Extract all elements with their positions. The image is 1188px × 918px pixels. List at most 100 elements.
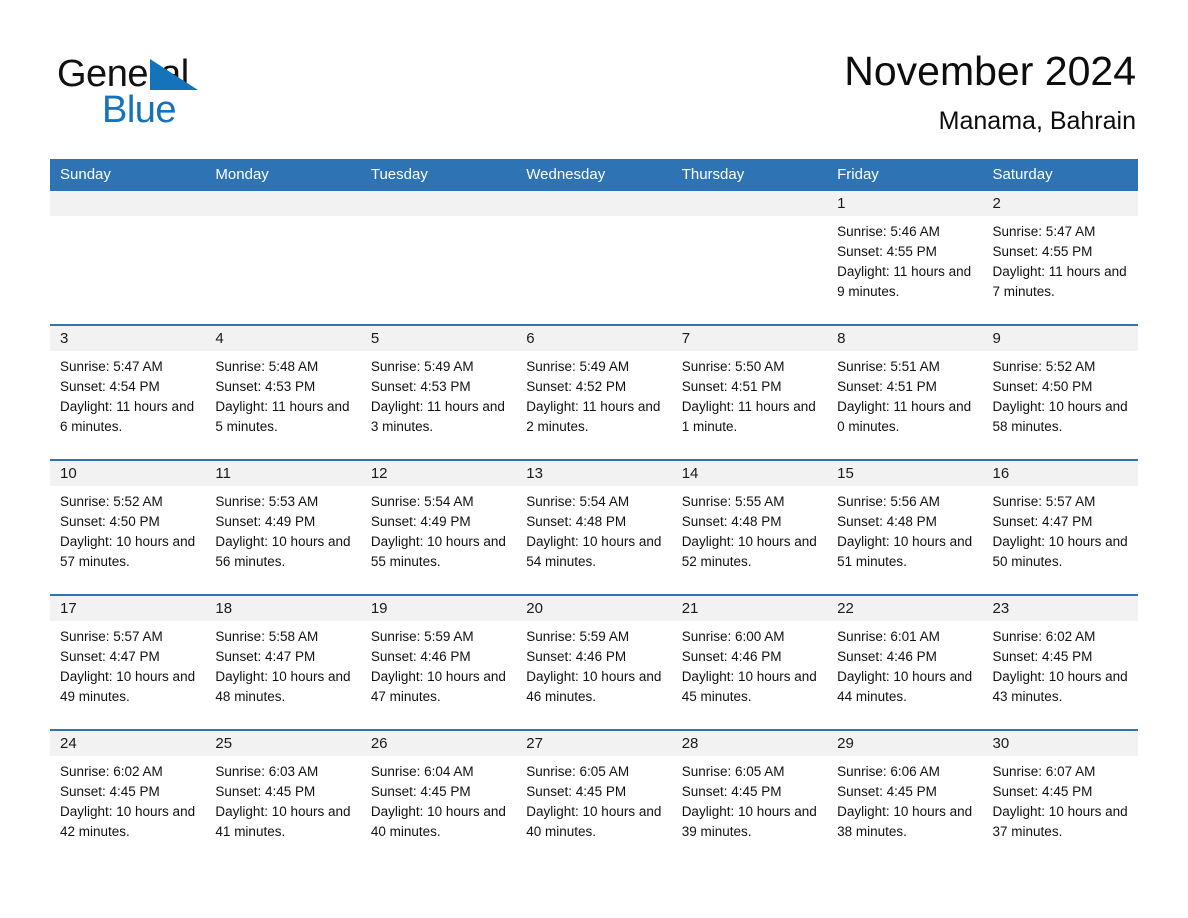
calendar-day-cell[interactable]: 12 Sunrise: 5:54 AM Sunset: 4:49 PM Dayligh…	[360, 460, 517, 595]
calendar-day-cell[interactable]: 2 Sunrise: 5:47 AM Sunset: 4:55 PM Daylight…	[982, 191, 1138, 325]
calendar-day-cell[interactable]: 29 Sunrise: 6:06 AM Sunset: 4:45 PM Dayligh…	[827, 730, 983, 864]
calendar-day-cell[interactable]: 25 Sunrise: 6:03 AM Sunset: 4:45 PM Dayligh…	[205, 730, 361, 864]
sunrise-text: Sunrise: 5:52 AM	[992, 359, 1096, 374]
sunset-text: Sunset: 4:48 PM	[837, 514, 937, 529]
calendar-grid: Sunday Monday Tuesday Wednesday Thursday…	[50, 159, 1138, 864]
day-cell-inner: 1 Sunrise: 5:46 AM Sunset: 4:55 PM Daylight…	[827, 191, 983, 324]
day-number-band: 2	[982, 191, 1138, 216]
calendar-day-cell[interactable]: 6 Sunrise: 5:49 AM Sunset: 4:52 PM Daylight…	[516, 325, 672, 460]
daylight-text: Daylight: 11 hours and 0 minutes.	[837, 399, 972, 434]
sunset-text: Sunset: 4:47 PM	[215, 649, 316, 664]
calendar-day-cell[interactable]: 27 Sunrise: 6:05 AM Sunset: 4:45 PM Dayligh…	[516, 730, 672, 864]
day-cell-inner: 16 Sunrise: 5:57 AM Sunset: 4:47 PM Dayligh…	[982, 461, 1138, 594]
calendar-day-cell[interactable]: 21 Sunrise: 6:00 AM Sunset: 4:46 PM Dayligh…	[671, 595, 828, 730]
sunset-text: Sunset: 4:50 PM	[60, 514, 160, 529]
day-number-band: 15	[827, 461, 983, 486]
general-blue-logo[interactable]: General Blue	[57, 52, 317, 132]
day-number-band	[516, 191, 672, 216]
day-number: 16	[992, 465, 1010, 482]
day-cell-inner: 8 Sunrise: 5:51 AM Sunset: 4:51 PM Daylight…	[827, 326, 983, 459]
day-number: 7	[681, 330, 691, 347]
day-cell-inner: 12 Sunrise: 5:54 AM Sunset: 4:49 PM Dayligh…	[360, 461, 517, 594]
calendar-day-cell[interactable]: 20 Sunrise: 5:59 AM Sunset: 4:46 PM Dayligh…	[516, 595, 672, 730]
day-number-band: 16	[982, 461, 1138, 486]
calendar-day-cell[interactable]: 15 Sunrise: 5:56 AM Sunset: 4:48 PM Dayligh…	[827, 460, 983, 595]
calendar-day-cell[interactable]: 23 Sunrise: 6:02 AM Sunset: 4:45 PM Dayligh…	[982, 595, 1138, 730]
calendar-day-cell[interactable]: 26 Sunrise: 6:04 AM Sunset: 4:45 PM Dayligh…	[360, 730, 517, 864]
calendar-day-cell[interactable]: 14 Sunrise: 5:55 AM Sunset: 4:48 PM Dayligh…	[671, 460, 828, 595]
day-cell-body: Sunrise: 5:57 AM Sunset: 4:47 PM Daylight:…	[50, 621, 205, 707]
day-number-band: 1	[827, 191, 983, 216]
sunrise-text: Sunrise: 5:53 AM	[215, 494, 319, 509]
calendar-day-cell[interactable]: 16 Sunrise: 5:57 AM Sunset: 4:47 PM Dayligh…	[982, 460, 1138, 595]
day-cell-inner: 6 Sunrise: 5:49 AM Sunset: 4:52 PM Daylight…	[516, 326, 672, 459]
calendar-empty-cell	[516, 191, 672, 325]
calendar-day-cell[interactable]: 30 Sunrise: 6:07 AM Sunset: 4:45 PM Dayligh…	[982, 730, 1138, 864]
calendar-day-cell[interactable]: 9 Sunrise: 5:52 AM Sunset: 4:50 PM Daylight…	[982, 325, 1138, 460]
day-cell-inner	[671, 191, 828, 324]
calendar-day-cell[interactable]: 7 Sunrise: 5:50 AM Sunset: 4:51 PM Daylight…	[671, 325, 828, 460]
daylight-text: Daylight: 11 hours and 9 minutes.	[837, 264, 972, 299]
day-cell-inner: 26 Sunrise: 6:04 AM Sunset: 4:45 PM Dayligh…	[360, 731, 517, 864]
calendar-day-cell[interactable]: 24 Sunrise: 6:02 AM Sunset: 4:45 PM Dayligh…	[50, 730, 206, 864]
day-number-band: 23	[982, 596, 1138, 621]
day-cell-body: Sunrise: 5:50 AM Sunset: 4:51 PM Daylight:…	[672, 351, 827, 437]
day-number: 9	[992, 330, 1001, 347]
day-number-band: 18	[205, 596, 361, 621]
calendar-day-cell[interactable]: 4 Sunrise: 5:48 AM Sunset: 4:53 PM Daylight…	[205, 325, 361, 460]
calendar-day-cell[interactable]: 22 Sunrise: 6:01 AM Sunset: 4:46 PM Dayligh…	[827, 595, 983, 730]
daylight-text: Daylight: 10 hours and 39 minutes.	[681, 804, 817, 839]
day-number-band: 4	[205, 326, 361, 351]
calendar-page: General Blue November 2024 Manama, Bahra…	[0, 0, 1188, 918]
day-number: 28	[681, 735, 699, 752]
sunset-text: Sunset: 4:46 PM	[681, 649, 782, 664]
sunrise-text: Sunrise: 5:59 AM	[526, 629, 630, 644]
day-number: 12	[370, 465, 388, 482]
calendar-day-cell[interactable]: 8 Sunrise: 5:51 AM Sunset: 4:51 PM Daylight…	[827, 325, 983, 460]
day-cell-body	[50, 216, 205, 222]
daylight-text: Daylight: 10 hours and 49 minutes.	[60, 669, 196, 704]
calendar-header-row: Sunday Monday Tuesday Wednesday Thursday…	[50, 159, 1138, 191]
calendar-day-cell[interactable]: 1 Sunrise: 5:46 AM Sunset: 4:55 PM Daylight…	[827, 191, 983, 325]
calendar-day-cell[interactable]: 5 Sunrise: 5:49 AM Sunset: 4:53 PM Daylight…	[360, 325, 517, 460]
daylight-text: Daylight: 10 hours and 45 minutes.	[681, 669, 817, 704]
calendar-day-cell[interactable]: 13 Sunrise: 5:54 AM Sunset: 4:48 PM Dayligh…	[516, 460, 672, 595]
daylight-text: Daylight: 10 hours and 52 minutes.	[681, 534, 817, 569]
daylight-text: Daylight: 10 hours and 38 minutes.	[837, 804, 973, 839]
calendar-week-row: 3 Sunrise: 5:47 AM Sunset: 4:54 PM Daylight…	[50, 325, 1138, 460]
sunrise-text: Sunrise: 5:54 AM	[370, 494, 474, 509]
calendar-day-cell[interactable]: 3 Sunrise: 5:47 AM Sunset: 4:54 PM Daylight…	[50, 325, 206, 460]
day-number: 26	[370, 735, 388, 752]
day-number: 10	[60, 465, 77, 482]
day-cell-body: Sunrise: 5:47 AM Sunset: 4:55 PM Daylight:…	[983, 216, 1138, 302]
day-number-band: 11	[205, 461, 361, 486]
day-cell-inner: 15 Sunrise: 5:56 AM Sunset: 4:48 PM Dayligh…	[827, 461, 983, 594]
day-cell-inner: 22 Sunrise: 6:01 AM Sunset: 4:46 PM Dayligh…	[827, 596, 983, 729]
day-cell-inner	[516, 191, 672, 324]
sunrise-text: Sunrise: 6:05 AM	[681, 764, 785, 779]
calendar-day-cell[interactable]: 17 Sunrise: 5:57 AM Sunset: 4:47 PM Dayligh…	[50, 595, 206, 730]
day-number-band	[360, 191, 517, 216]
calendar-week-row: 24 Sunrise: 6:02 AM Sunset: 4:45 PM Dayligh…	[50, 730, 1138, 864]
daylight-text: Daylight: 11 hours and 3 minutes.	[370, 399, 505, 434]
day-number-band: 3	[50, 326, 206, 351]
sunrise-text: Sunrise: 5:49 AM	[526, 359, 630, 374]
calendar-day-cell[interactable]: 28 Sunrise: 6:05 AM Sunset: 4:45 PM Dayligh…	[671, 730, 828, 864]
day-cell-inner: 10 Sunrise: 5:52 AM Sunset: 4:50 PM Dayligh…	[50, 461, 206, 594]
daylight-text: Daylight: 10 hours and 40 minutes.	[370, 804, 506, 839]
page-title: November 2024	[844, 48, 1136, 94]
calendar-day-cell[interactable]: 11 Sunrise: 5:53 AM Sunset: 4:49 PM Dayligh…	[205, 460, 361, 595]
sunrise-text: Sunrise: 6:05 AM	[526, 764, 630, 779]
day-number-band: 27	[516, 731, 672, 756]
calendar-week-row: 17 Sunrise: 5:57 AM Sunset: 4:47 PM Dayligh…	[50, 595, 1138, 730]
sunrise-text: Sunrise: 5:54 AM	[526, 494, 630, 509]
sunset-text: Sunset: 4:46 PM	[526, 649, 627, 664]
calendar-day-cell[interactable]: 18 Sunrise: 5:58 AM Sunset: 4:47 PM Dayligh…	[205, 595, 361, 730]
sunset-text: Sunset: 4:45 PM	[526, 784, 627, 799]
calendar-day-cell[interactable]: 10 Sunrise: 5:52 AM Sunset: 4:50 PM Dayligh…	[50, 460, 206, 595]
day-cell-body	[361, 216, 516, 222]
day-cell-inner: 19 Sunrise: 5:59 AM Sunset: 4:46 PM Dayligh…	[360, 596, 517, 729]
day-number-band: 20	[516, 596, 672, 621]
calendar-day-cell[interactable]: 19 Sunrise: 5:59 AM Sunset: 4:46 PM Dayligh…	[360, 595, 517, 730]
day-cell-body: Sunrise: 5:54 AM Sunset: 4:48 PM Daylight:…	[516, 486, 671, 572]
